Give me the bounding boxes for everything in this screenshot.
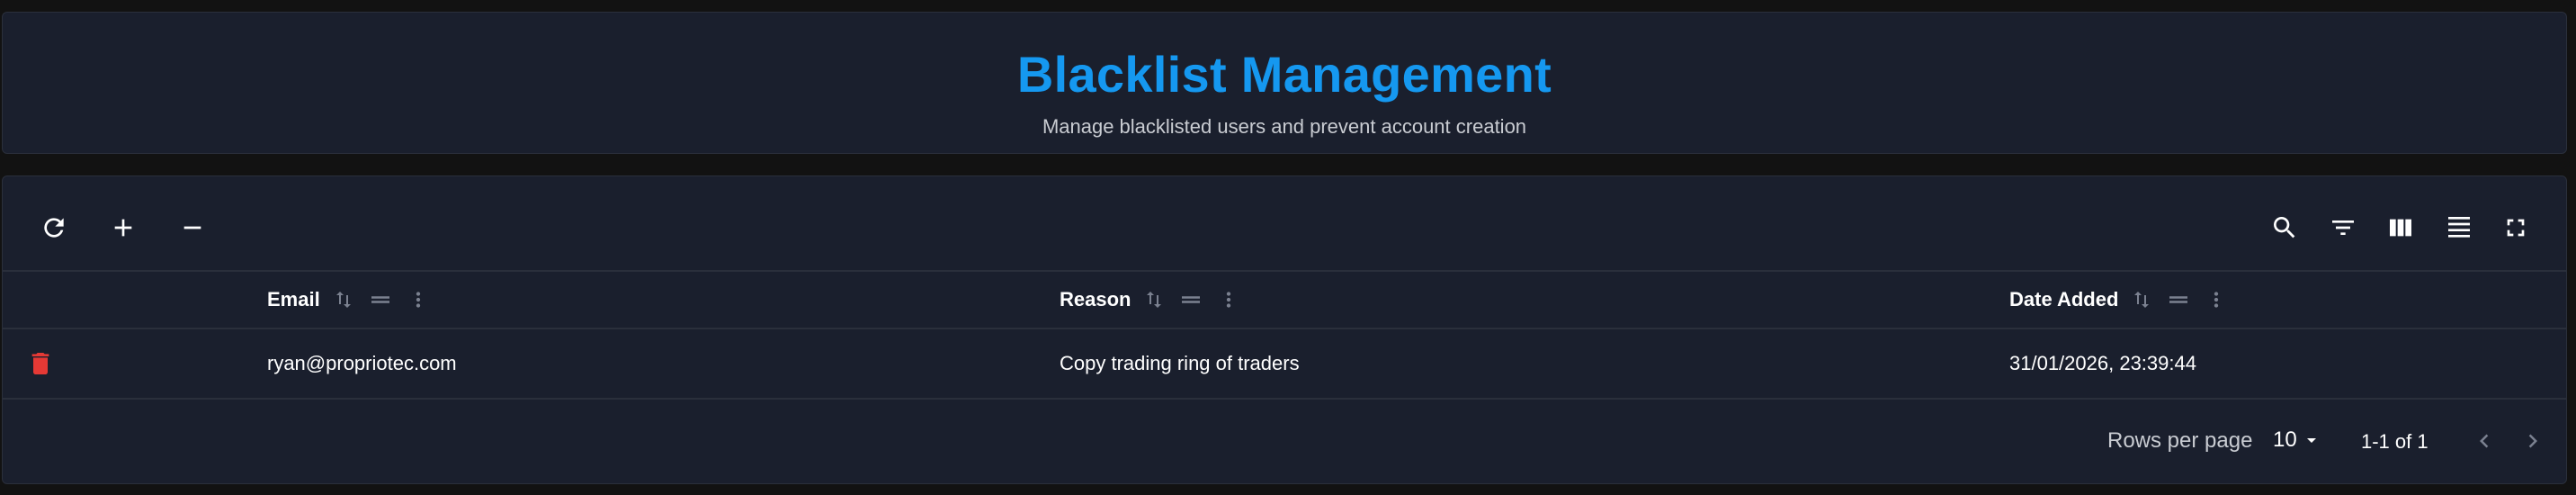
sort-icon[interactable]: [2131, 289, 2152, 310]
blacklist-table: Email Reason Date Added ryan@propriotec.…: [2, 176, 2567, 484]
filter-icon: [2332, 220, 2354, 235]
fullscreen-button[interactable]: [2493, 205, 2538, 250]
page: Blacklist Management Manage blacklisted …: [0, 0, 2576, 495]
sort-icon[interactable]: [333, 289, 354, 310]
column-header-date-added[interactable]: Date Added: [2009, 272, 2228, 328]
cell-date-added: 31/01/2026, 23:39:44: [2009, 352, 2196, 374]
fullscreen-icon: [2507, 219, 2525, 237]
density-icon: [2448, 217, 2470, 238]
page-subtitle: Manage blacklisted users and prevent acc…: [1042, 115, 1527, 138]
column-label-reason: Reason: [1060, 288, 1131, 310]
add-button[interactable]: [101, 205, 146, 250]
caret-down-icon: [2306, 438, 2316, 443]
sort-icon[interactable]: [1143, 289, 1165, 310]
pagination: Rows per page 10 1-1 of 1: [3, 400, 2566, 482]
chevron-right-icon: [2528, 434, 2537, 448]
columns-icon: [2390, 219, 2411, 237]
table-toolbar: [3, 176, 2566, 270]
search-button[interactable]: [2262, 205, 2307, 250]
plus-icon: [114, 219, 132, 237]
page-title: Blacklist Management: [1016, 46, 1552, 103]
table-row: ryan@propriotec.com Copy trading ring of…: [3, 329, 2566, 398]
column-menu-icon[interactable]: [1217, 288, 1240, 311]
column-label-date-added: Date Added: [2009, 288, 2119, 310]
column-label-email: Email: [267, 288, 320, 310]
rows-per-page-label: Rows per page: [2107, 428, 2253, 453]
filter-button[interactable]: [2321, 205, 2366, 250]
minus-icon: [183, 226, 201, 230]
drag-handle-icon[interactable]: [367, 286, 394, 313]
remove-button[interactable]: [170, 205, 215, 250]
refresh-button[interactable]: [31, 205, 76, 250]
table-header-row: Email Reason Date Added: [3, 272, 2566, 328]
rows-per-page-select[interactable]: 10: [2273, 425, 2322, 455]
columns-button[interactable]: [2378, 205, 2423, 250]
drag-handle-icon[interactable]: [2165, 286, 2192, 313]
cell-reason: Copy trading ring of traders: [1060, 352, 1300, 374]
density-button[interactable]: [2437, 205, 2482, 250]
trash-icon: [31, 353, 49, 374]
drag-handle-icon[interactable]: [1177, 286, 1204, 313]
delete-row-button[interactable]: [26, 329, 55, 398]
search-icon: [2274, 217, 2295, 238]
column-header-email[interactable]: Email: [267, 272, 430, 328]
cell-email: ryan@propriotec.com: [267, 352, 457, 374]
column-header-reason[interactable]: Reason: [1060, 272, 1240, 328]
column-menu-icon[interactable]: [2205, 288, 2228, 311]
refresh-icon: [44, 218, 64, 238]
header-card: Blacklist Management Manage blacklisted …: [2, 12, 2567, 154]
page-range: 1-1 of 1: [2361, 430, 2428, 453]
chevron-left-icon: [2480, 434, 2489, 448]
next-page-button[interactable]: [2515, 423, 2551, 459]
previous-page-button[interactable]: [2466, 423, 2502, 459]
rows-per-page-value: 10: [2273, 428, 2297, 452]
column-menu-icon[interactable]: [407, 288, 430, 311]
